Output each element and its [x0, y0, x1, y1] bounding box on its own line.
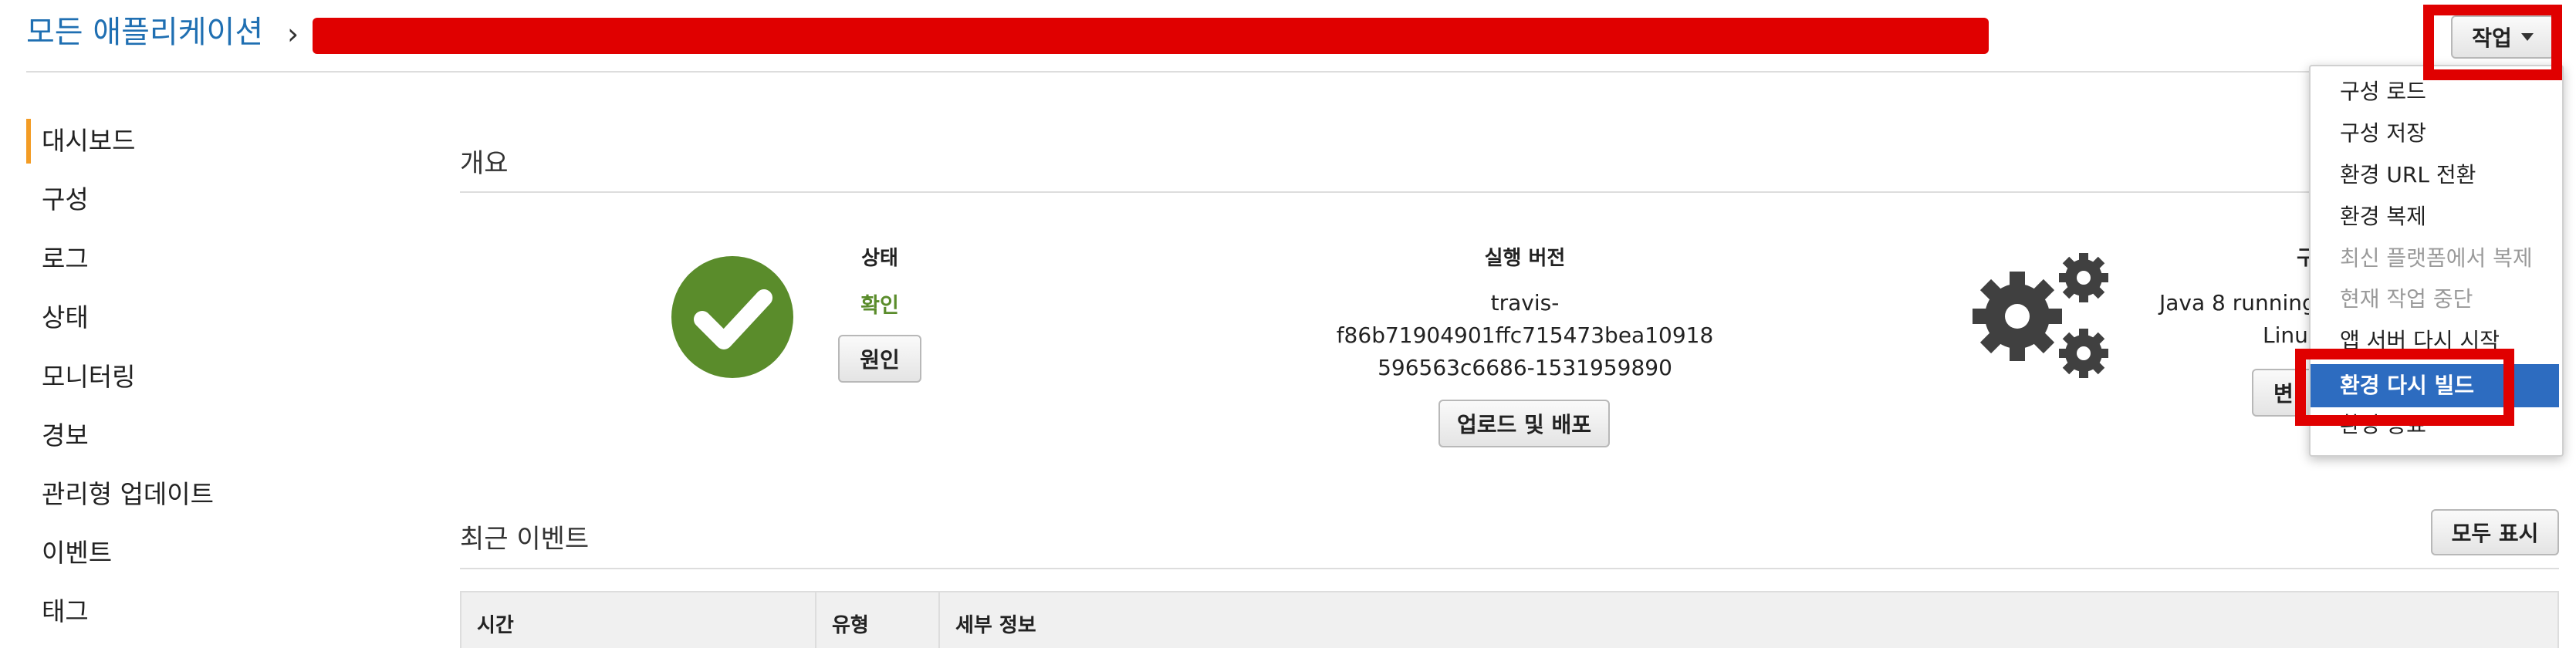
sidebar-item-configuration[interactable]: 구성 [42, 183, 89, 217]
breadcrumb-separator: › [287, 17, 299, 51]
status-value: 확인 [860, 294, 899, 318]
column-header-time[interactable]: 시간 [477, 609, 514, 638]
redacted-environment-name [313, 18, 1989, 54]
menu-item-save-configuration[interactable]: 구성 저장 [2340, 118, 2426, 149]
menu-item-swap-environment-url[interactable]: 환경 URL 전환 [2340, 160, 2476, 191]
overview-title: 개요 [460, 148, 509, 179]
show-all-events-button[interactable]: 모두 표시 [2431, 509, 2559, 555]
version-label-line-1: travis- [1490, 290, 1560, 316]
menu-item-abort-current-operation: 현재 작업 중단 [2340, 286, 2473, 312]
version-label-line-2: f86b71904901ffc715473bea10918 [1336, 322, 1714, 348]
upload-and-deploy-button[interactable]: 업로드 및 배포 [1438, 400, 1610, 447]
sidebar-active-indicator [26, 119, 31, 164]
sidebar-item-managed-updates[interactable]: 관리형 업데이트 [42, 478, 214, 511]
sidebar-item-tags[interactable]: 태그 [42, 595, 89, 629]
sidebar-item-monitoring[interactable]: 모니터링 [42, 360, 135, 394]
sidebar-item-logs[interactable]: 로그 [42, 242, 89, 276]
sidebar-item-alarms[interactable]: 경보 [42, 419, 89, 453]
menu-item-clone-environment[interactable]: 환경 복제 [2340, 201, 2426, 232]
status-cause-button[interactable]: 원인 [838, 335, 921, 383]
column-header-type[interactable]: 유형 [832, 609, 869, 638]
breadcrumb-all-applications-link[interactable]: 모든 애플리케이션 [26, 14, 263, 51]
overview-divider [460, 191, 2559, 193]
column-header-details[interactable]: 세부 정보 [955, 609, 1036, 638]
menu-item-load-configuration[interactable]: 구성 로드 [2340, 76, 2426, 107]
sidebar-item-events[interactable]: 이벤트 [42, 536, 112, 570]
running-version-heading: 실행 버전 [1484, 247, 1566, 270]
column-divider [815, 592, 816, 648]
version-label-line-3: 596563c6686-1531959890 [1378, 355, 1672, 380]
column-divider [938, 592, 940, 648]
recent-events-title: 최근 이벤트 [460, 524, 590, 555]
gears-icon [1969, 248, 2116, 390]
annotation-highlight-rebuild [2295, 349, 2514, 426]
menu-item-clone-with-latest-platform: 최신 플랫폼에서 복제 [2340, 245, 2533, 271]
sidebar-item-health[interactable]: 상태 [42, 301, 89, 335]
header-divider [26, 71, 2557, 73]
sidebar-item-dashboard[interactable]: 대시보드 [42, 124, 135, 158]
annotation-highlight-actions [2423, 5, 2562, 80]
status-heading: 상태 [861, 247, 898, 270]
status-ok-icon [671, 256, 793, 378]
events-divider [460, 568, 2559, 569]
events-table-header [460, 591, 2559, 648]
